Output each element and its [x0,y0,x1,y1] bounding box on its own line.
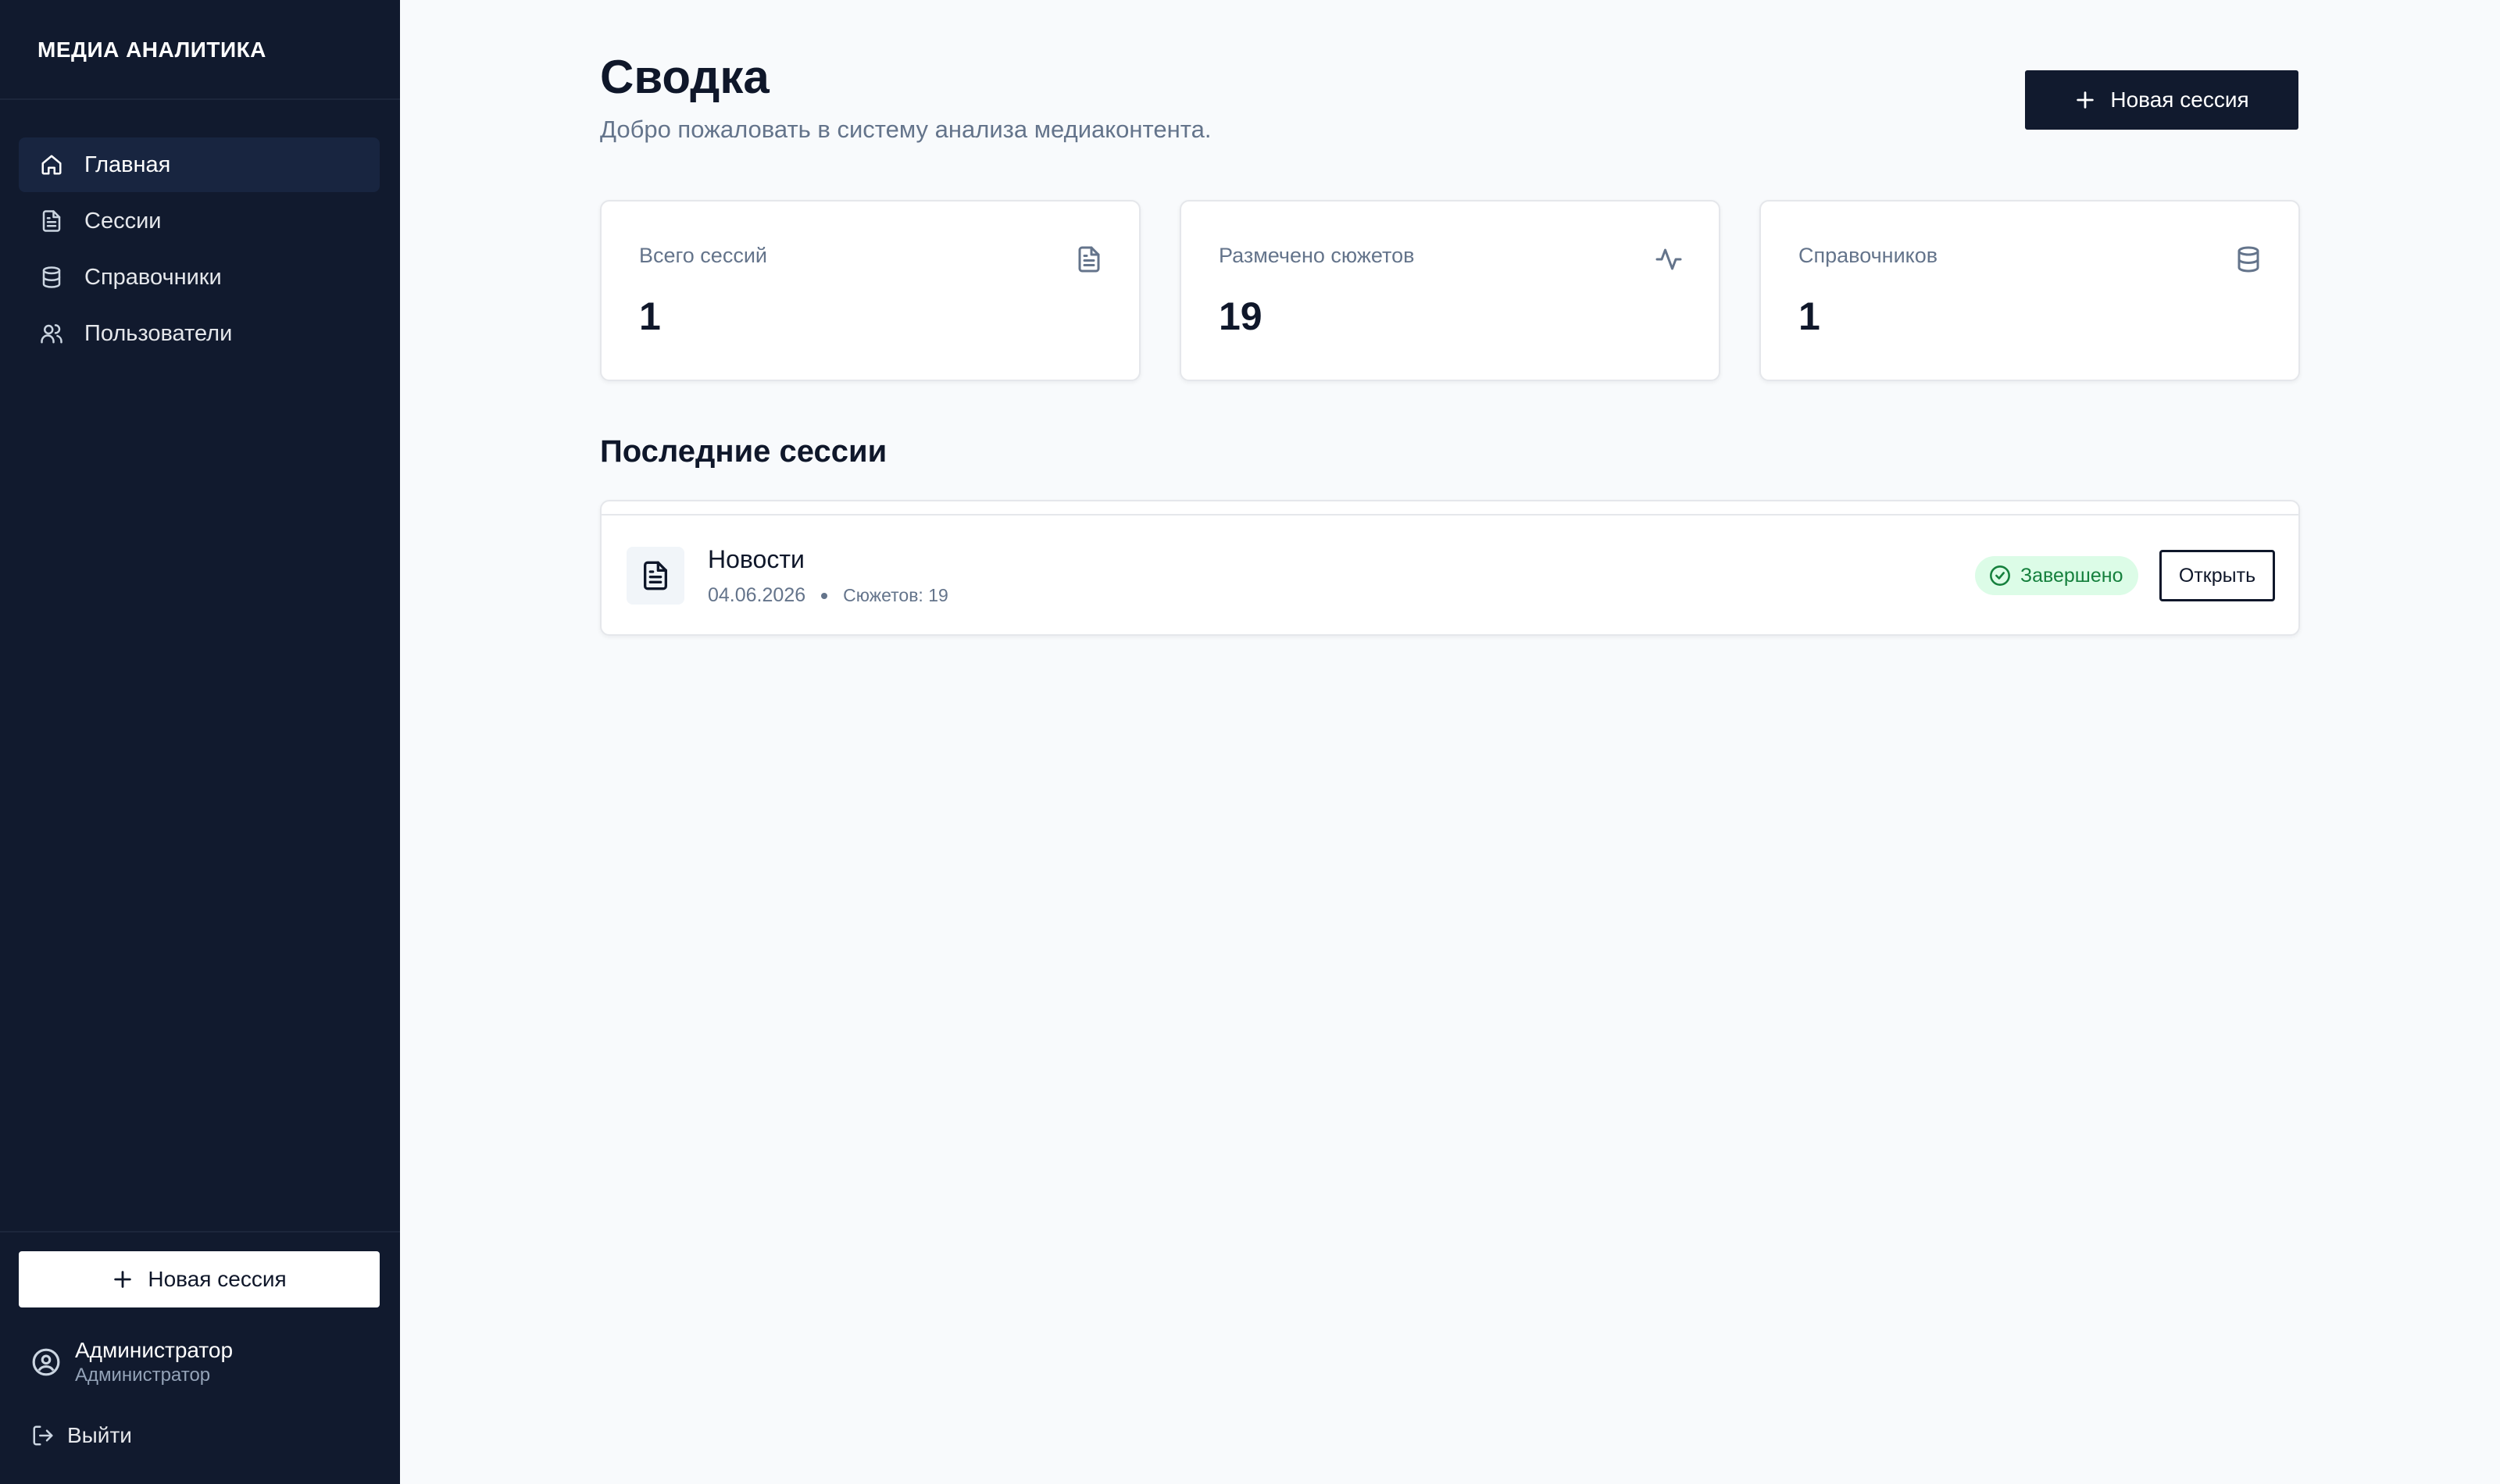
sidebar-item-label: Пользователи [84,320,233,346]
stat-label: Размечено сюжетов [1219,244,1415,267]
sidebar-item-sessions[interactable]: Сессии [19,194,380,248]
user-role: Администратор [75,1364,211,1386]
plus-icon [2077,91,2095,109]
page-subtitle: Добро пожаловать в систему анализа медиа… [600,116,1212,143]
logout-icon [33,1425,53,1446]
sidebar-new-session-label: Новая сессия [148,1267,287,1291]
sidebar-nav: Главная Сессии Справочники Пользователи [19,137,380,362]
sidebar-item-label: Главная [84,152,171,177]
session-story-count: Сюжетов: 19 [843,585,948,605]
activity-icon [1655,245,1683,273]
sidebar-footer-divider [0,1231,400,1233]
stat-value: 1 [1798,294,1820,338]
stat-card-stories: Размечено сюжетов 19 [1180,200,1720,381]
session-list-item: Новости 04.06.2026 Сюжетов: 19 Завершено… [600,500,2300,636]
recent-sessions-title: Последние сессии [600,434,888,469]
logout-label: Выйти [67,1423,132,1447]
file-text-icon [39,209,64,234]
sidebar: МЕДИА АНАЛИТИКА Главная Сессии Справочни… [0,0,400,1484]
stat-card-sessions: Всего сессий 1 [600,200,1141,381]
database-icon [2234,245,2262,273]
stat-value: 1 [639,294,661,338]
user-name: Администратор [75,1338,234,1362]
file-text-icon [627,547,684,605]
sidebar-item-home[interactable]: Главная [19,137,380,192]
sidebar-item-label: Справочники [84,264,222,290]
database-icon [39,265,64,290]
sidebar-item-users[interactable]: Пользователи [19,306,380,361]
status-badge: Завершено [1975,556,2139,595]
sidebar-item-label: Сессии [84,208,162,234]
meta-separator [821,592,828,599]
session-date: 04.06.2026 [708,584,806,606]
plus-icon [114,1271,132,1288]
list-divider [602,514,2298,515]
user-profile[interactable]: Администратор Администратор [31,1337,233,1387]
sidebar-new-session-button[interactable]: Новая сессия [19,1251,380,1307]
new-session-button[interactable]: Новая сессия [2025,70,2298,130]
session-name: Новости [708,545,805,573]
check-circle-icon [1990,565,2010,586]
brand-title: МЕДИА АНАЛИТИКА [38,37,266,62]
stat-label: Всего сессий [639,244,767,267]
new-session-label: Новая сессия [2110,87,2249,112]
file-text-icon [1075,245,1103,273]
user-circle-icon [32,1348,60,1376]
brand-divider [0,98,400,100]
stat-card-references: Справочников 1 [1759,200,2300,381]
status-label: Завершено [2020,564,2123,587]
home-icon [39,152,64,177]
stat-value: 19 [1219,294,1262,338]
sidebar-item-references[interactable]: Справочники [19,250,380,305]
page-title: Сводка [600,51,770,103]
session-meta: 04.06.2026 Сюжетов: 19 [708,584,948,607]
logout-button[interactable]: Выйти [31,1423,132,1448]
open-session-button[interactable]: Открыть [2159,550,2275,601]
users-icon [39,321,64,346]
stat-label: Справочников [1798,244,1938,267]
